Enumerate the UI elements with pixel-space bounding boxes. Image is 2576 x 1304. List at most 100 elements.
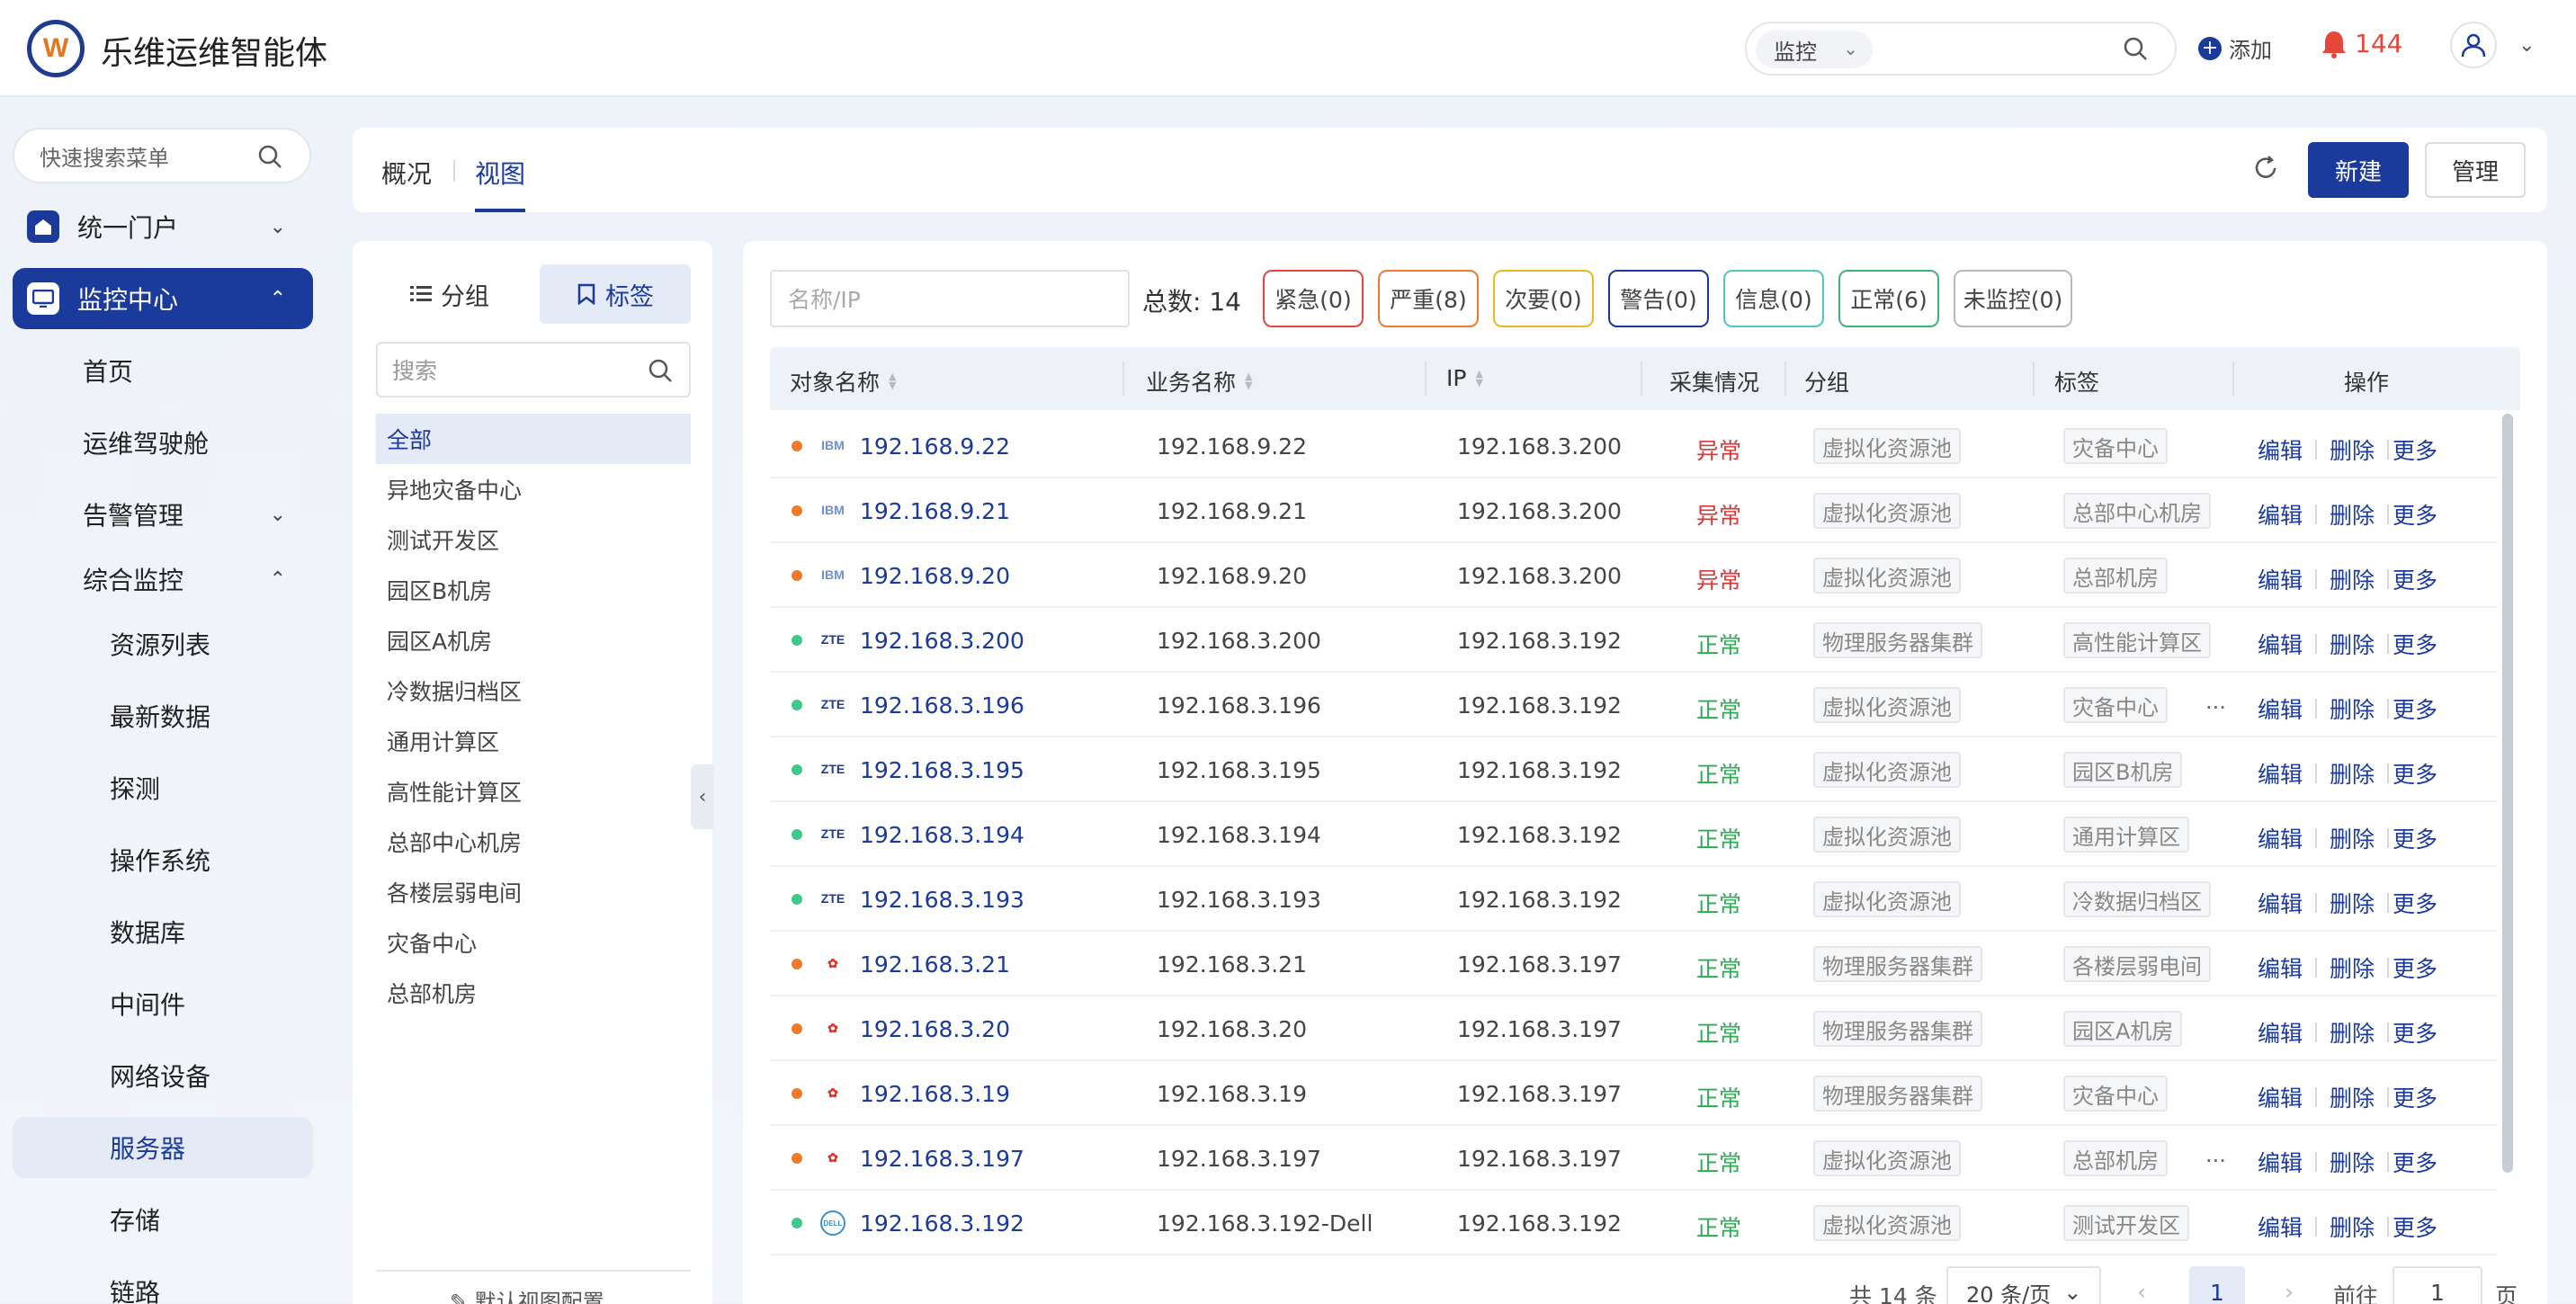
- edit-link[interactable]: 编辑: [2258, 1016, 2303, 1049]
- object-name-link[interactable]: 192.168.3.19: [860, 1081, 1010, 1107]
- sidebar-item-probe[interactable]: 探测: [13, 757, 313, 818]
- object-name-link[interactable]: 192.168.3.194: [860, 822, 1024, 848]
- more-link[interactable]: 更多: [2393, 563, 2437, 595]
- goto-page-input[interactable]: 1: [2393, 1266, 2482, 1304]
- segment-tag[interactable]: 标签: [540, 264, 691, 324]
- delete-link[interactable]: 删除: [2330, 757, 2375, 790]
- edit-link[interactable]: 编辑: [2258, 563, 2303, 595]
- object-name-link[interactable]: 192.168.3.192: [860, 1210, 1024, 1237]
- more-link[interactable]: 更多: [2393, 1210, 2437, 1243]
- delete-link[interactable]: 删除: [2330, 1016, 2375, 1049]
- delete-link[interactable]: 删除: [2330, 887, 2375, 919]
- refresh-icon[interactable]: [2250, 153, 2281, 183]
- tag-item[interactable]: 园区A机房: [376, 615, 691, 665]
- sort-icon[interactable]: ▲ ▼: [1475, 369, 1482, 388]
- edit-link[interactable]: 编辑: [2258, 1146, 2303, 1178]
- sidebar-item-portal[interactable]: 统一门户 ⌄: [13, 196, 313, 257]
- chevron-down-icon[interactable]: ⌄: [2518, 34, 2535, 57]
- filter-chip-info[interactable]: 信息(0): [1723, 270, 1824, 327]
- edit-link[interactable]: 编辑: [2258, 1210, 2303, 1243]
- filter-chip-minor[interactable]: 次要(0): [1493, 270, 1594, 327]
- sidebar-item-cockpit[interactable]: 运维驾驶舱: [13, 412, 313, 473]
- object-name-link[interactable]: 192.168.3.20: [860, 1016, 1010, 1042]
- tag-item[interactable]: 灾备中心: [376, 917, 691, 968]
- more-link[interactable]: 更多: [2393, 498, 2437, 531]
- table-scrollbar[interactable]: [2502, 414, 2513, 1173]
- sidebar-item-database[interactable]: 数据库: [13, 901, 313, 962]
- edit-link[interactable]: 编辑: [2258, 498, 2303, 531]
- current-page-button[interactable]: 1: [2189, 1266, 2245, 1304]
- sidebar-item-middleware[interactable]: 中间件: [13, 973, 313, 1034]
- object-name-link[interactable]: 192.168.9.22: [860, 433, 1010, 460]
- more-tags-indicator[interactable]: ...: [2205, 689, 2226, 714]
- prev-page-icon[interactable]: ‹: [2137, 1279, 2146, 1304]
- filter-chip-normal[interactable]: 正常(6): [1838, 270, 1939, 327]
- add-button[interactable]: + 添加: [2198, 32, 2272, 64]
- search-icon[interactable]: [2123, 36, 2148, 61]
- sort-icon[interactable]: ▲ ▼: [1245, 371, 1252, 390]
- tag-item[interactable]: 园区B机房: [376, 565, 691, 615]
- object-name-link[interactable]: 192.168.3.200: [860, 628, 1024, 654]
- segment-group[interactable]: 分组: [374, 264, 525, 324]
- tag-item[interactable]: 总部中心机房: [376, 817, 691, 867]
- tag-item[interactable]: 高性能计算区: [376, 766, 691, 817]
- object-name-link[interactable]: 192.168.3.21: [860, 951, 1010, 978]
- user-avatar[interactable]: [2450, 22, 2497, 68]
- sidebar-item-alerts[interactable]: 告警管理 ⌄: [13, 484, 313, 545]
- delete-link[interactable]: 删除: [2330, 563, 2375, 595]
- sort-icon[interactable]: ▲ ▼: [889, 371, 896, 390]
- default-view-config[interactable]: ✎ 默认视图配置: [450, 1284, 604, 1304]
- more-link[interactable]: 更多: [2393, 951, 2437, 984]
- delete-link[interactable]: 删除: [2330, 433, 2375, 466]
- object-name-link[interactable]: 192.168.3.195: [860, 757, 1024, 783]
- sidebar-item-monitor-center[interactable]: 监控中心 ⌃: [13, 268, 313, 329]
- sidebar-item-os[interactable]: 操作系统: [13, 829, 313, 890]
- more-link[interactable]: 更多: [2393, 433, 2437, 466]
- object-name-link[interactable]: 192.168.9.20: [860, 563, 1010, 589]
- tab-overview[interactable]: 概况: [381, 155, 432, 191]
- sidebar-item-network[interactable]: 网络设备: [13, 1045, 313, 1106]
- edit-link[interactable]: 编辑: [2258, 1081, 2303, 1113]
- delete-link[interactable]: 删除: [2330, 1210, 2375, 1243]
- sidebar-item-resources[interactable]: 资源列表: [13, 613, 313, 674]
- menu-search-input[interactable]: 快速搜索菜单: [13, 128, 311, 183]
- tag-item[interactable]: 全部: [376, 414, 691, 464]
- column-header-business-name[interactable]: 业务名称 ▲ ▼: [1146, 365, 1252, 397]
- more-link[interactable]: 更多: [2393, 1016, 2437, 1049]
- tag-item[interactable]: 冷数据归档区: [376, 665, 691, 716]
- tag-search-input[interactable]: 搜索: [376, 342, 691, 397]
- delete-link[interactable]: 删除: [2330, 1146, 2375, 1178]
- edit-link[interactable]: 编辑: [2258, 822, 2303, 854]
- object-name-link[interactable]: 192.168.9.21: [860, 498, 1010, 524]
- tag-item[interactable]: 异地灾备中心: [376, 464, 691, 514]
- edit-link[interactable]: 编辑: [2258, 628, 2303, 660]
- sidebar-item-link[interactable]: 链路: [13, 1261, 313, 1304]
- filter-chip-unmonitored[interactable]: 未监控(0): [1954, 270, 2072, 327]
- edit-link[interactable]: 编辑: [2258, 692, 2303, 725]
- sidebar-item-storage[interactable]: 存储: [13, 1189, 313, 1250]
- new-button[interactable]: 新建: [2308, 142, 2409, 198]
- tag-item[interactable]: 通用计算区: [376, 716, 691, 766]
- object-name-link[interactable]: 192.168.3.193: [860, 887, 1024, 913]
- sidebar-item-home[interactable]: 首页: [13, 340, 313, 401]
- more-link[interactable]: 更多: [2393, 1081, 2437, 1113]
- edit-link[interactable]: 编辑: [2258, 757, 2303, 790]
- more-link[interactable]: 更多: [2393, 692, 2437, 725]
- more-link[interactable]: 更多: [2393, 822, 2437, 854]
- column-header-ip[interactable]: IP ▲ ▼: [1446, 365, 1483, 391]
- edit-link[interactable]: 编辑: [2258, 951, 2303, 984]
- next-page-icon[interactable]: ›: [2285, 1279, 2294, 1304]
- delete-link[interactable]: 删除: [2330, 692, 2375, 725]
- object-name-link[interactable]: 192.168.3.197: [860, 1146, 1024, 1172]
- edit-link[interactable]: 编辑: [2258, 433, 2303, 466]
- page-size-select[interactable]: 20 条/页 ⌄: [1946, 1266, 2101, 1304]
- delete-link[interactable]: 删除: [2330, 628, 2375, 660]
- edit-link[interactable]: 编辑: [2258, 887, 2303, 919]
- tab-view[interactable]: 视图: [475, 155, 525, 191]
- filter-chip-critical[interactable]: 紧急(0): [1263, 270, 1364, 327]
- filter-chip-warning[interactable]: 警告(0): [1608, 270, 1709, 327]
- sidebar-item-latest[interactable]: 最新数据: [13, 685, 313, 746]
- global-search[interactable]: 监控 ⌄: [1745, 22, 2177, 76]
- filter-chip-severe[interactable]: 严重(8): [1378, 270, 1479, 327]
- tag-item[interactable]: 各楼层弱电间: [376, 867, 691, 917]
